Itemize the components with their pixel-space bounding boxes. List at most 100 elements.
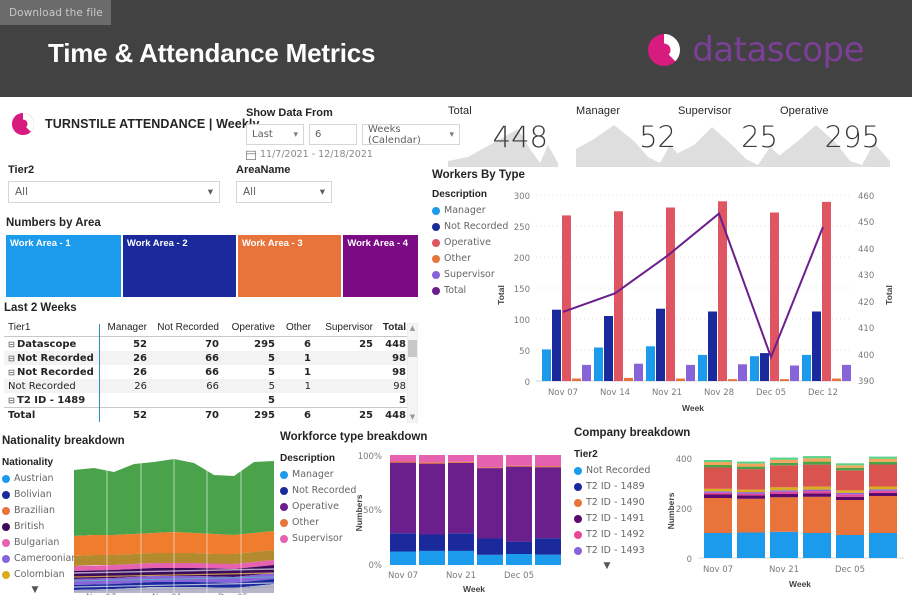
matrix-col-operative[interactable]: Operative [223, 320, 279, 337]
stacked-bar-dec-05[interactable] [506, 455, 532, 565]
legend-label: Manager [444, 205, 486, 216]
legend-item-austrian[interactable]: Austrian [2, 471, 82, 487]
stacked-bar-nov-28[interactable] [803, 456, 831, 558]
bar-group-nov-28[interactable] [698, 201, 747, 381]
matrix-col-supervisor[interactable]: Supervisor [315, 320, 377, 337]
legend-color-icon [432, 223, 440, 231]
scroll-up-icon[interactable]: ▲ [408, 324, 417, 333]
legend-item-t2-id-1490[interactable]: T2 ID - 1490 [574, 495, 654, 511]
legend-color-icon [280, 503, 288, 511]
matrix-row-label: ⊟ Datascope [4, 337, 99, 352]
stacked-bar-nov-14[interactable] [737, 461, 765, 558]
treemap-cell-work-area-1[interactable]: Work Area - 1 [6, 235, 121, 297]
bar-group-dec-05[interactable] [750, 212, 799, 382]
legend-item-t2-id-1491[interactable]: T2 ID - 1491 [574, 511, 654, 527]
stacked-bar-dec-05[interactable] [836, 463, 864, 558]
legend-item-supervisor[interactable]: Supervisor [280, 531, 360, 547]
stacked-bar-nov-21[interactable] [448, 455, 474, 565]
matrix-col-manager[interactable]: Manager [99, 320, 151, 337]
table-row[interactable]: ⊟ Datascope 52 70 295 6 25 448 [4, 337, 410, 352]
kpi-card-manager[interactable]: Manager 52 [576, 105, 686, 167]
stacked-bar-nov-14[interactable] [419, 455, 445, 565]
stacked-bar-nov-07[interactable] [390, 455, 416, 565]
bar-group-nov-21[interactable] [646, 207, 695, 382]
workers-by-type-plot[interactable]: 300 250 200 150 100 50 0 Total 460 450 4… [488, 185, 908, 417]
legend-item-bulgarian[interactable]: Bulgarian [2, 535, 82, 551]
legend-label: T2 ID - 1491 [586, 513, 645, 524]
kpi-card-operative[interactable]: Operative 295 [780, 105, 890, 167]
legend-item-operative[interactable]: Operative [280, 499, 360, 515]
scrollbar-thumb[interactable] [408, 340, 417, 357]
matrix-col-total[interactable]: Total [377, 320, 410, 337]
matrix-scrollbar[interactable]: ▲ ▼ [407, 323, 418, 423]
matrix-col-tier1[interactable]: Tier1 [4, 320, 99, 337]
y-tick-400: 400 [676, 455, 692, 465]
stacked-bar-nov-28[interactable] [477, 455, 503, 565]
matrix-col-other[interactable]: Other [279, 320, 315, 337]
slicer-areaname-dropdown[interactable]: All ▾ [236, 181, 332, 203]
nationality-plot[interactable] [74, 453, 274, 593]
slicer-tier2-dropdown[interactable]: All ▾ [8, 181, 220, 203]
stacked-bar-dec-12[interactable] [869, 456, 897, 558]
bar-group-nov-07[interactable] [542, 215, 591, 381]
chevron-down-icon: ▾ [207, 186, 213, 198]
table-row[interactable]: ⊟ Not Recorded 26 66 5 1 98 [4, 351, 410, 365]
matrix-header-row: Tier1 Manager Not Recorded Operative Oth… [4, 320, 410, 337]
legend-item-t2-id-1493[interactable]: T2 ID - 1493 [574, 543, 654, 559]
legend-item-brazilian[interactable]: Brazilian [2, 503, 82, 519]
kpi-card-total[interactable]: Total 448 [448, 105, 558, 167]
legend-item-british[interactable]: British [2, 519, 82, 535]
chevron-down-icon: ▾ [293, 129, 298, 140]
y-axis-label: Numbers [354, 494, 364, 531]
legend-item-cameroonian[interactable]: Cameroonian [2, 551, 82, 567]
legend-label: Manager [292, 469, 334, 480]
brand-logo: datascope [644, 30, 864, 70]
total-line-series[interactable] [562, 211, 824, 360]
legend-label: T2 ID - 1492 [586, 529, 645, 540]
kpi-card-supervisor[interactable]: Supervisor 25 [678, 105, 788, 167]
bar-supervisor [582, 364, 591, 381]
legend-item-not-recorded[interactable]: Not Recorded [574, 463, 654, 479]
legend-item-colombian[interactable]: Colombian [2, 567, 82, 583]
legend-color-icon [574, 499, 582, 507]
treemap-cell-work-area-2[interactable]: Work Area - 2 [122, 235, 236, 297]
legend-item-t2-id-1492[interactable]: T2 ID - 1492 [574, 527, 654, 543]
expand-collapse-icon[interactable]: ⊟ [8, 340, 17, 349]
stacked-bar-nov-21[interactable] [770, 457, 798, 558]
expand-collapse-icon[interactable]: ⊟ [8, 368, 17, 377]
kpi-supervisor-value: 25 [741, 120, 778, 154]
treemap-cell-work-area-3[interactable]: Work Area - 3 [237, 235, 342, 297]
bar-group-dec-12[interactable] [802, 201, 851, 381]
stacked-bar-nov-07[interactable] [704, 460, 732, 558]
legend-item-manager[interactable]: Manager [280, 467, 360, 483]
download-the-file-button[interactable]: Download the file [0, 0, 111, 25]
legend-expand-icon[interactable]: ▼ [574, 561, 640, 571]
date-count-input[interactable]: 6 [309, 124, 357, 145]
legend-color-icon [574, 515, 582, 523]
bar-group-nov-14[interactable] [594, 211, 643, 381]
table-row[interactable]: Not Recorded 26 66 5 1 98 [4, 379, 410, 393]
y2-tick-460: 460 [858, 192, 874, 202]
stacked-bar-dec-12[interactable] [535, 455, 561, 565]
date-unit-dropdown[interactable]: Weeks (Calendar) ▾ [362, 124, 460, 146]
scroll-down-icon[interactable]: ▼ [408, 413, 417, 422]
matrix-col-not-recorded[interactable]: Not Recorded [151, 320, 223, 337]
table-row[interactable]: ⊟ T2 ID - 1489 5 5 [4, 393, 410, 408]
legend-expand-icon[interactable]: ▼ [2, 585, 68, 595]
treemap-cell-work-area-4[interactable]: Work Area - 4 [343, 235, 418, 297]
expand-collapse-icon[interactable]: ⊟ [8, 354, 17, 363]
company-plot[interactable]: 400 200 0 Numbers Nov 07 Nov 21 Dec 05 W… [660, 445, 910, 595]
date-anchor-dropdown[interactable]: Last ▾ [246, 124, 304, 145]
x-tick-nov-21: Nov 21 [652, 388, 682, 398]
legend-item-t2-id-1489[interactable]: T2 ID - 1489 [574, 479, 654, 495]
expand-collapse-icon[interactable]: ⊟ [8, 396, 17, 405]
legend-item-bolivian[interactable]: Bolivian [2, 487, 82, 503]
legend-item-other[interactable]: Other [280, 515, 360, 531]
date-range-text: 11/7/2021 - 12/18/2021 [260, 149, 373, 160]
matrix-cell: 5 [399, 394, 406, 406]
legend-color-icon [2, 523, 10, 531]
table-row[interactable]: ⊟ Not Recorded 26 66 5 1 98 [4, 365, 410, 379]
legend-color-icon [2, 507, 10, 515]
workforce-plot[interactable]: 100% 50% 0% Numbers Nov 07 Nov 21 Dec 05… [350, 447, 566, 595]
legend-item-not-recorded[interactable]: Not Recorded [280, 483, 360, 499]
